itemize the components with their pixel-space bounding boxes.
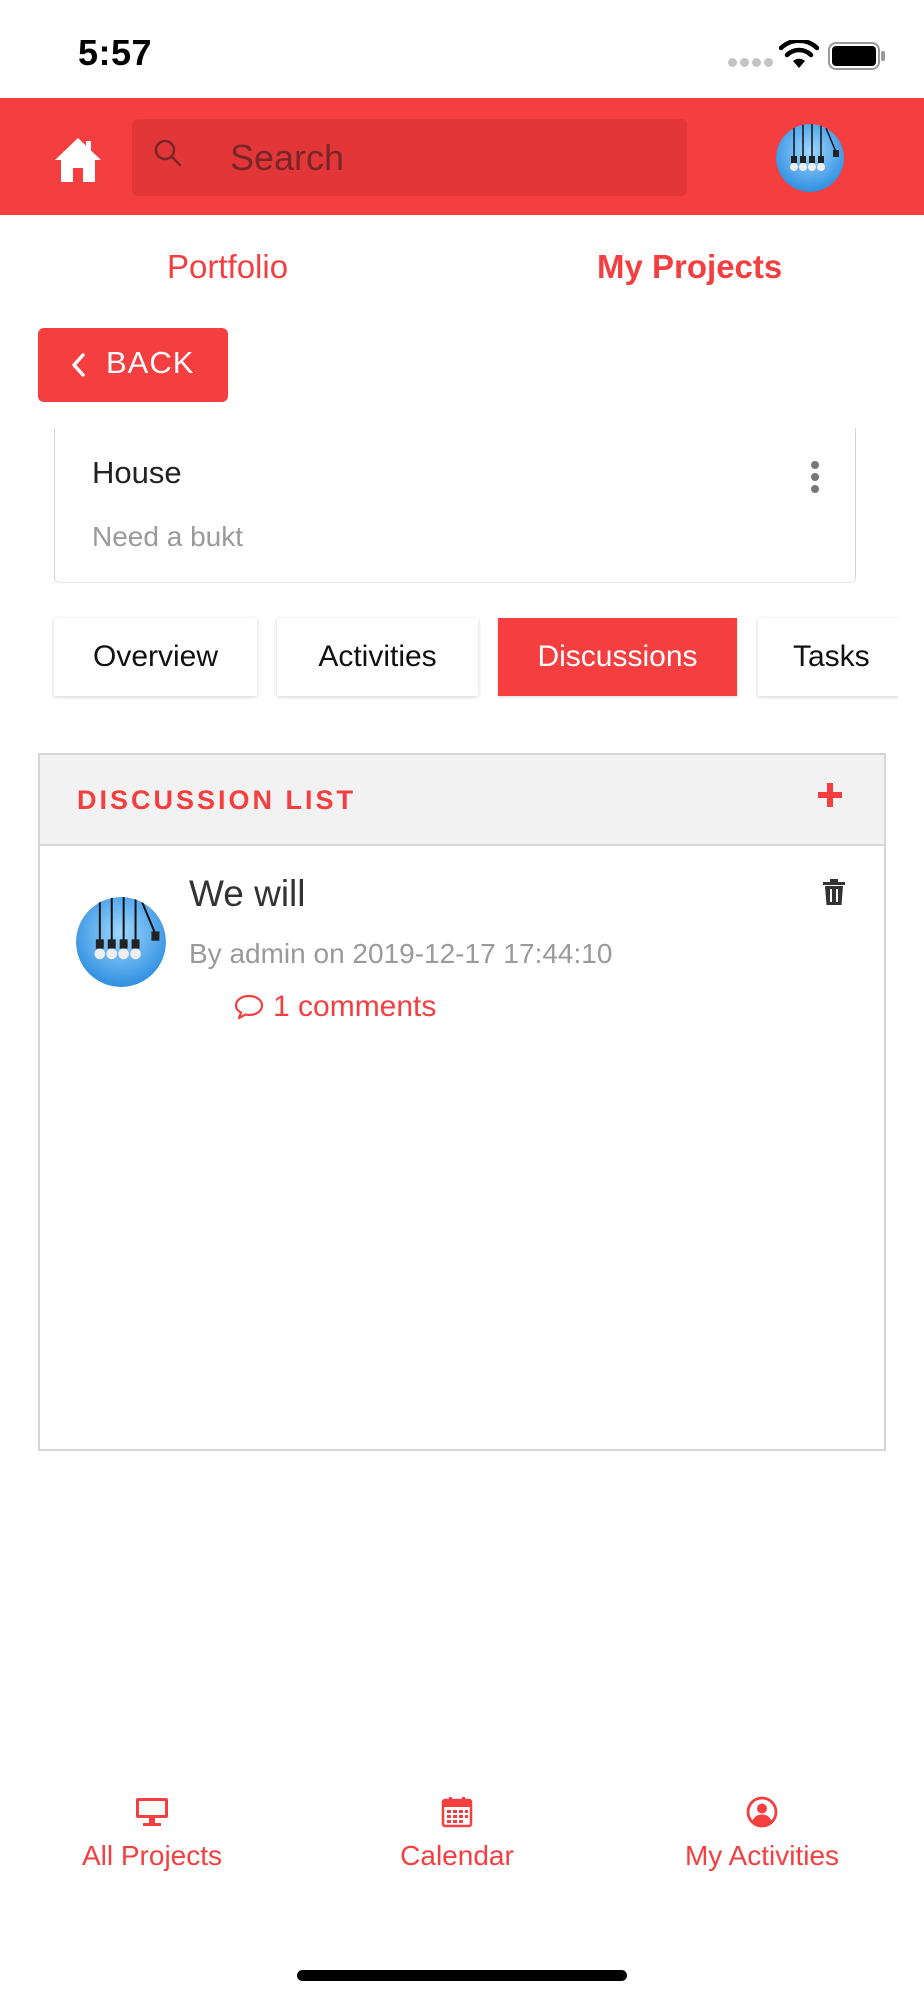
app-header (0, 98, 924, 215)
home-indicator (297, 1970, 627, 1981)
home-icon[interactable] (53, 136, 103, 184)
tab-tasks[interactable]: Tasks (758, 618, 898, 696)
tab-activities[interactable]: Activities (277, 618, 478, 696)
bottom-nav: All Projects Calendar My Activities (0, 1780, 924, 1900)
chevron-left-icon (72, 353, 85, 377)
list-item: We will By admin on 2019-12-17 17:44:10 … (40, 846, 884, 1036)
nav-calendar-label: Calendar (400, 1840, 514, 1871)
project-tabs: Overview Activities Discussions Tasks (0, 600, 898, 720)
battery-icon (828, 42, 885, 70)
more-options-icon[interactable] (809, 461, 821, 497)
user-circle-icon (746, 1796, 778, 1828)
tab-discussions[interactable]: Discussions (498, 618, 737, 696)
nav-calendar[interactable]: Calendar (396, 1796, 518, 1872)
avatar-image (76, 897, 166, 987)
nav-all-projects-label: All Projects (81, 1840, 223, 1871)
tab-overview[interactable]: Overview (54, 618, 257, 696)
nav-my-activities-label: My Activities (684, 1840, 840, 1871)
tab-portfolio[interactable]: Portfolio (167, 248, 288, 286)
discussion-meta: By admin on 2019-12-17 17:44:10 (189, 938, 613, 969)
nav-my-activities[interactable]: My Activities (675, 1796, 849, 1872)
avatar-image (776, 124, 844, 192)
avatar (76, 897, 166, 987)
comments-link[interactable]: 1 comments (233, 990, 436, 1024)
nav-all-projects[interactable]: All Projects (76, 1796, 228, 1872)
status-bar: 5:57 (0, 0, 924, 98)
back-button[interactable]: BACK (38, 328, 228, 402)
comment-icon (234, 994, 264, 1020)
project-card: House Need a bukt (54, 428, 856, 583)
search-input[interactable] (230, 119, 670, 196)
status-time: 5:57 (78, 32, 153, 73)
project-title: House (92, 455, 182, 490)
plus-icon[interactable] (816, 781, 844, 809)
discussion-list-header: DISCUSSION LIST (40, 755, 884, 846)
discussion-title[interactable]: We will (189, 873, 306, 915)
avatar[interactable] (776, 124, 844, 192)
calendar-icon (441, 1797, 473, 1828)
search-icon (154, 139, 182, 167)
comments-count: 1 comments (273, 990, 437, 1023)
desktop-icon (136, 1798, 168, 1826)
discussion-panel: DISCUSSION LIST We will By admin on 2019… (38, 753, 886, 1451)
wifi-icon (779, 40, 819, 68)
project-description: Need a bukt (92, 521, 243, 552)
tab-my-projects[interactable]: My Projects (597, 248, 782, 286)
discussion-list-title: DISCUSSION LIST (77, 785, 357, 815)
trash-icon[interactable] (822, 878, 846, 906)
search-box[interactable] (132, 119, 687, 196)
cellular-signal-icon (728, 58, 773, 67)
back-button-label: BACK (106, 345, 195, 380)
